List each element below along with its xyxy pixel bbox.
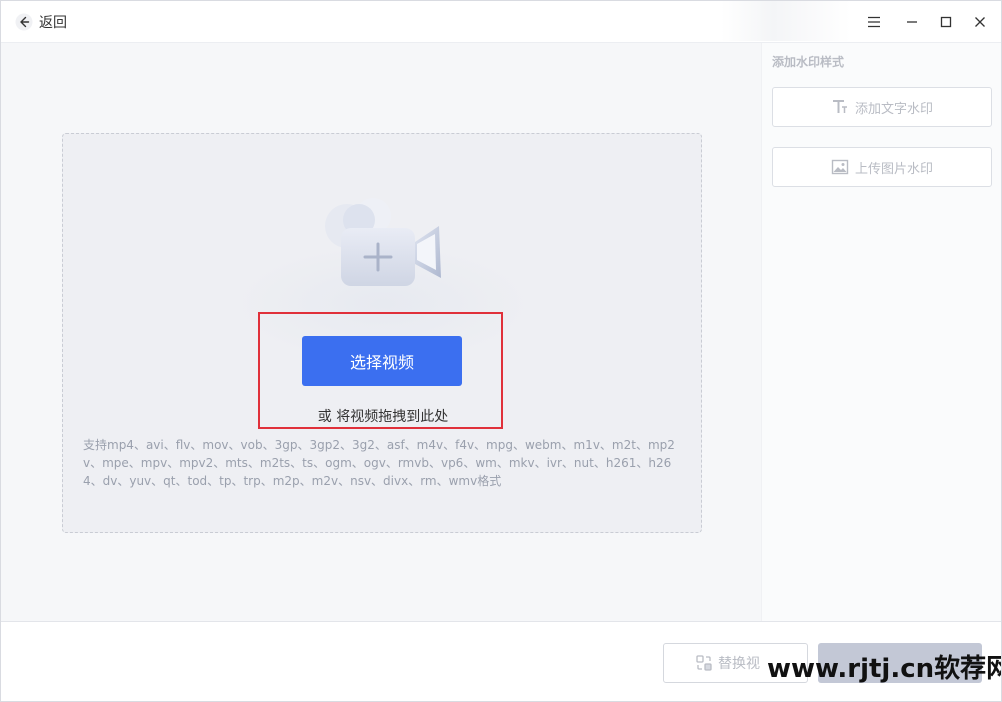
watermark-style-panel: 添加水印样式 添加文字水印 上传图片水印	[761, 43, 1001, 621]
drag-hint-text: 或 将视频拖拽到此处	[317, 409, 449, 425]
title-bar: 返回	[1, 1, 1001, 43]
minimize-icon	[907, 21, 917, 23]
replace-video-label: 替换视	[718, 656, 760, 672]
back-label: 返回	[39, 15, 67, 31]
site-watermark-text: www.rjtj.cn软荐网	[767, 654, 1002, 684]
title-bar-blank	[721, 1, 851, 41]
upload-image-watermark-button[interactable]: 上传图片水印	[772, 147, 992, 187]
text-t-icon	[832, 100, 847, 113]
back-button[interactable]: 返回	[15, 9, 67, 35]
close-button[interactable]	[967, 9, 993, 35]
bottom-bar: 替换视 www.rjtj.cn软荐网	[1, 621, 1001, 701]
select-video-button[interactable]: 选择视频	[302, 336, 462, 386]
replace-icon	[696, 655, 712, 671]
upload-image-watermark-label: 上传图片水印	[854, 161, 933, 177]
app-window: 返回 选择视频 或 将视频拖拽到此处 支持mp4、avi、flv、mov、vob…	[0, 0, 1002, 702]
hamburger-menu-icon	[868, 16, 880, 28]
video-drop-zone[interactable]: 选择视频 或 将视频拖拽到此处 支持mp4、avi、flv、mov、vob、3g…	[62, 133, 702, 533]
maximize-button[interactable]	[933, 9, 959, 35]
add-text-watermark-label: 添加文字水印	[854, 101, 933, 117]
image-icon	[831, 159, 849, 175]
maximize-icon	[940, 16, 952, 28]
add-text-watermark-button[interactable]: 添加文字水印	[772, 87, 992, 127]
minimize-button[interactable]	[899, 9, 925, 35]
main-area: 选择视频 或 将视频拖拽到此处 支持mp4、avi、flv、mov、vob、3g…	[1, 43, 761, 621]
panel-title: 添加水印样式	[772, 55, 845, 69]
supported-formats-text: 支持mp4、avi、flv、mov、vob、3gp、3gp2、3g2、asf、m…	[83, 438, 675, 488]
close-icon	[975, 17, 985, 27]
arrow-left-icon	[15, 13, 33, 31]
menu-button[interactable]	[861, 9, 887, 35]
video-camera-add-icon	[325, 198, 441, 286]
